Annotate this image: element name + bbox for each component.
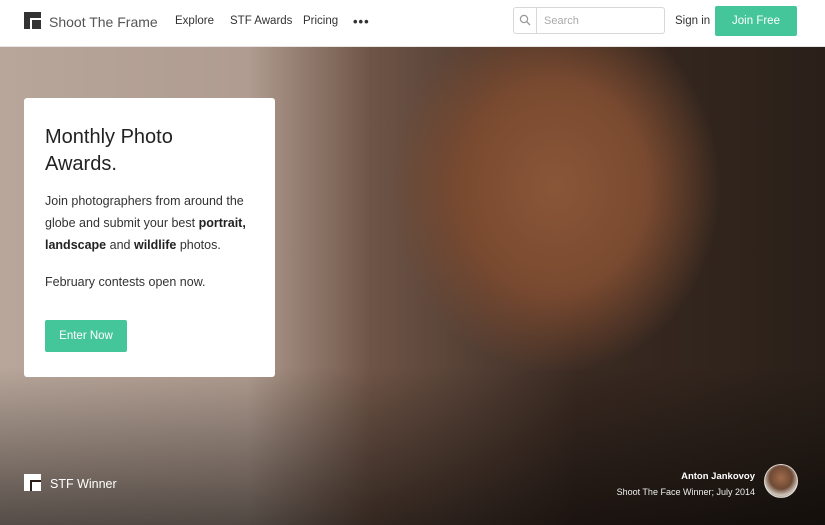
search-box <box>513 7 665 34</box>
promo-title: Monthly Photo Awards. <box>45 126 173 175</box>
nav-stf-awards[interactable]: STF Awards <box>230 15 292 27</box>
award-caption: Shoot The Face Winner; July 2014 <box>616 487 755 497</box>
avatar[interactable] <box>764 464 798 498</box>
search-icon[interactable] <box>514 8 537 33</box>
join-free-button[interactable]: Join Free <box>715 6 797 36</box>
enter-now-button[interactable]: Enter Now <box>45 320 127 352</box>
hero-shade <box>0 367 825 525</box>
nav-pricing[interactable]: Pricing <box>303 15 338 27</box>
top-navbar: Shoot The Frame Explore STF Awards Prici… <box>0 0 825 47</box>
contest-notice: February contests open now. <box>45 275 206 289</box>
photographer-name[interactable]: Anton Jankovoy <box>681 471 755 482</box>
hero-photo: Monthly Photo Awards. Join photographers… <box>0 47 825 525</box>
logo-icon[interactable] <box>24 12 41 29</box>
nav-explore[interactable]: Explore <box>175 15 214 27</box>
promo-description: Join photographers from around the globe… <box>45 194 246 252</box>
more-icon[interactable]: ••• <box>353 14 370 29</box>
search-input[interactable] <box>538 8 664 33</box>
signin-link[interactable]: Sign in <box>675 15 710 27</box>
stf-logo-icon <box>24 474 41 491</box>
stf-winner-label: STF Winner <box>50 477 117 491</box>
promo-card: Monthly Photo Awards. Join photographers… <box>24 98 275 377</box>
brand-name[interactable]: Shoot The Frame <box>49 14 158 30</box>
